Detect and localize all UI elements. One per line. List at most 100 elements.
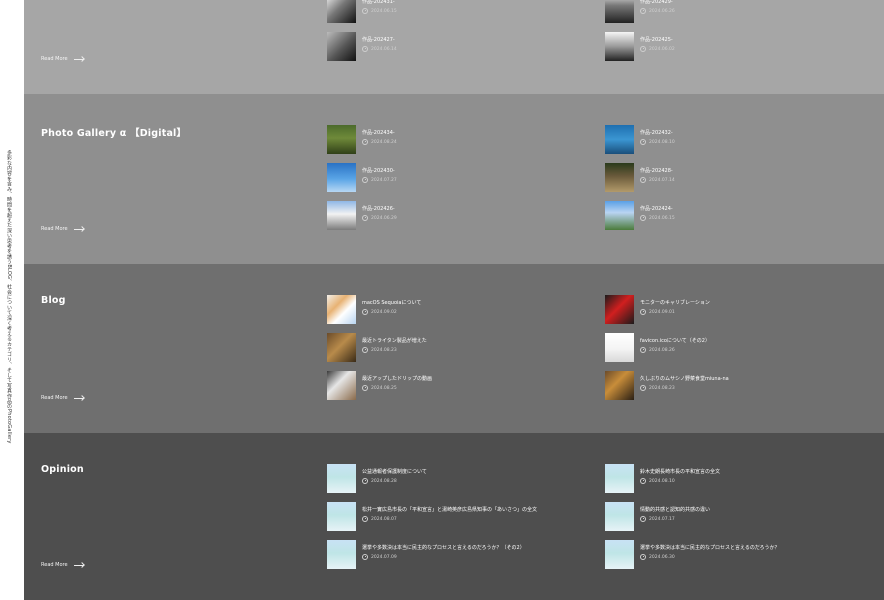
post-title[interactable]: 作品-202434- — [362, 129, 397, 136]
post-title[interactable]: macOS Sequoiaについて — [362, 299, 421, 306]
post-title[interactable]: 松井一實広島市長の「平和宣言」と湯崎英彦広島県知事の「あいさつ」の全文 — [362, 506, 537, 513]
post-thumbnail[interactable] — [327, 125, 356, 154]
post-thumbnail[interactable] — [327, 333, 356, 362]
post-date-row: 2024.08.28 — [362, 478, 427, 484]
post-meta: 作品-202429- 2024.06.26 — [640, 0, 675, 14]
post-card[interactable]: macOS Sequoiaについて 2024.09.02 — [327, 295, 605, 333]
post-title[interactable]: 作品-202425- — [640, 36, 675, 43]
post-meta: 最近トライタン製品が増えた 2024.08.23 — [362, 333, 427, 353]
post-card[interactable]: 最近トライタン製品が増えた 2024.08.23 — [327, 333, 605, 371]
post-thumbnail[interactable] — [605, 464, 634, 493]
post-thumbnail[interactable] — [327, 0, 356, 23]
post-title[interactable]: 作品-202428- — [640, 167, 675, 174]
post-card[interactable]: 鈴木史朗長崎市長の平和宣言の全文 2024.08.10 — [605, 464, 883, 502]
post-title[interactable]: 公益通報者保護制度について — [362, 468, 427, 475]
post-card[interactable]: 作品-202428- 2024.07.14 — [605, 163, 883, 201]
post-meta: 作品-202432- 2024.08.10 — [640, 125, 675, 145]
post-title[interactable]: 作品-202424- — [640, 205, 675, 212]
post-card[interactable]: favicon.icoについて（その2） 2024.08.26 — [605, 333, 883, 371]
post-meta: 作品-202424- 2024.06.15 — [640, 201, 675, 221]
post-meta: 作品-202428- 2024.07.14 — [640, 163, 675, 183]
clock-icon — [362, 516, 368, 522]
read-more-link[interactable]: Read More — [41, 56, 84, 62]
post-thumbnail[interactable] — [327, 502, 356, 531]
post-title[interactable]: 情動的共感と認知的共感の違い — [640, 506, 710, 513]
post-title[interactable]: 選挙や多数決は本当に民主的なプロセスと言えるのだろうか？ — [640, 544, 780, 551]
post-date: 2024.06.14 — [371, 46, 397, 52]
post-card[interactable]: 作品-202425- 2024.06.02 — [605, 32, 883, 70]
post-title[interactable]: 鈴木史朗長崎市長の平和宣言の全文 — [640, 468, 720, 475]
clock-icon — [640, 347, 646, 353]
post-card[interactable]: 作品-202431- 2024.06.15 — [327, 0, 605, 32]
site-description: 多彩な内容を含み、時間を超えた深い思考を誘うBLOG、社会について深く考えるカテ… — [6, 150, 12, 444]
post-card[interactable]: 作品-202427- 2024.06.14 — [327, 32, 605, 70]
post-card[interactable]: 作品-202426- 2024.06.29 — [327, 201, 605, 239]
post-thumbnail[interactable] — [327, 32, 356, 61]
post-card[interactable]: 作品-202424- 2024.06.15 — [605, 201, 883, 239]
post-thumbnail[interactable] — [605, 333, 634, 362]
post-date-row: 2024.07.27 — [362, 177, 397, 183]
read-more-link[interactable]: Read More — [41, 226, 84, 232]
clock-icon — [362, 347, 368, 353]
post-thumbnail[interactable] — [327, 464, 356, 493]
post-date: 2024.09.02 — [371, 309, 397, 315]
post-thumbnail[interactable] — [605, 125, 634, 154]
post-date: 2024.09.01 — [649, 309, 675, 315]
clock-icon — [640, 554, 646, 560]
post-title[interactable]: 選挙や多数決は本当に民主的なプロセスと言えるのだろうか？（その2） — [362, 544, 525, 551]
post-thumbnail[interactable] — [327, 163, 356, 192]
post-date-row: 2024.06.02 — [640, 46, 675, 52]
post-card[interactable]: 作品-202434- 2024.08.24 — [327, 125, 605, 163]
clock-icon — [362, 46, 368, 52]
clock-icon — [362, 177, 368, 183]
post-card[interactable]: 久しぶりのムサシノ野菜食堂miuna-na 2024.08.23 — [605, 371, 883, 409]
post-card[interactable]: 情動的共感と認知的共感の違い 2024.07.17 — [605, 502, 883, 540]
post-thumbnail[interactable] — [605, 32, 634, 61]
post-title[interactable]: 作品-202430- — [362, 167, 397, 174]
clock-icon — [640, 516, 646, 522]
post-card[interactable]: 公益通報者保護制度について 2024.08.28 — [327, 464, 605, 502]
arrow-right-icon — [73, 228, 84, 230]
post-thumbnail[interactable] — [605, 0, 634, 23]
post-card[interactable]: 最近アップしたドリップの動画 2024.08.25 — [327, 371, 605, 409]
post-title[interactable]: 作品-202427- — [362, 36, 397, 43]
post-thumbnail[interactable] — [605, 201, 634, 230]
post-title[interactable]: favicon.icoについて（その2） — [640, 337, 710, 344]
post-thumbnail[interactable] — [327, 540, 356, 569]
post-card[interactable]: 選挙や多数決は本当に民主的なプロセスと言えるのだろうか？ 2024.06.30 — [605, 540, 883, 578]
post-card[interactable]: 作品-202432- 2024.08.10 — [605, 125, 883, 163]
arrow-right-icon — [73, 58, 84, 60]
clock-icon — [640, 8, 646, 14]
post-title[interactable]: 最近トライタン製品が増えた — [362, 337, 427, 344]
post-meta: 作品-202427- 2024.06.14 — [362, 32, 397, 52]
post-thumbnail[interactable] — [605, 295, 634, 324]
post-meta: 情動的共感と認知的共感の違い 2024.07.17 — [640, 502, 710, 522]
post-card[interactable]: 松井一實広島市長の「平和宣言」と湯崎英彦広島県知事の「あいさつ」の全文 2024.… — [327, 502, 605, 540]
post-card[interactable]: 選挙や多数決は本当に民主的なプロセスと言えるのだろうか？（その2） 2024.07… — [327, 540, 605, 578]
post-meta: 作品-202426- 2024.06.29 — [362, 201, 397, 221]
post-thumbnail[interactable] — [327, 295, 356, 324]
post-card[interactable]: モニターのキャリブレーション 2024.09.01 — [605, 295, 883, 333]
post-thumbnail[interactable] — [605, 502, 634, 531]
post-title[interactable]: 久しぶりのムサシノ野菜食堂miuna-na — [640, 375, 729, 382]
post-card[interactable]: 作品-202429- 2024.06.26 — [605, 0, 883, 32]
post-grid: 作品-202434- 2024.08.24 作品-202432- 2024.08.10… — [327, 125, 847, 239]
post-thumbnail[interactable] — [605, 371, 634, 400]
post-card[interactable]: 作品-202430- 2024.07.27 — [327, 163, 605, 201]
post-title[interactable]: 作品-202432- — [640, 129, 675, 136]
post-title[interactable]: 作品-202429- — [640, 0, 675, 5]
post-thumbnail[interactable] — [327, 201, 356, 230]
post-thumbnail[interactable] — [605, 540, 634, 569]
post-meta: 公益通報者保護制度について 2024.08.28 — [362, 464, 427, 484]
post-title[interactable]: 最近アップしたドリップの動画 — [362, 375, 432, 382]
post-date-row: 2024.06.14 — [362, 46, 397, 52]
post-date: 2024.08.23 — [649, 385, 675, 391]
read-more-link[interactable]: Read More — [41, 395, 84, 401]
post-title[interactable]: 作品-202431- — [362, 0, 397, 5]
read-more-link[interactable]: Read More — [41, 562, 84, 568]
post-thumbnail[interactable] — [605, 163, 634, 192]
post-title[interactable]: 作品-202426- — [362, 205, 397, 212]
post-title[interactable]: モニターのキャリブレーション — [640, 299, 710, 306]
post-thumbnail[interactable] — [327, 371, 356, 400]
post-grid: 作品-202431- 2024.06.15 作品-202429- 2024.06.26… — [327, 0, 847, 70]
